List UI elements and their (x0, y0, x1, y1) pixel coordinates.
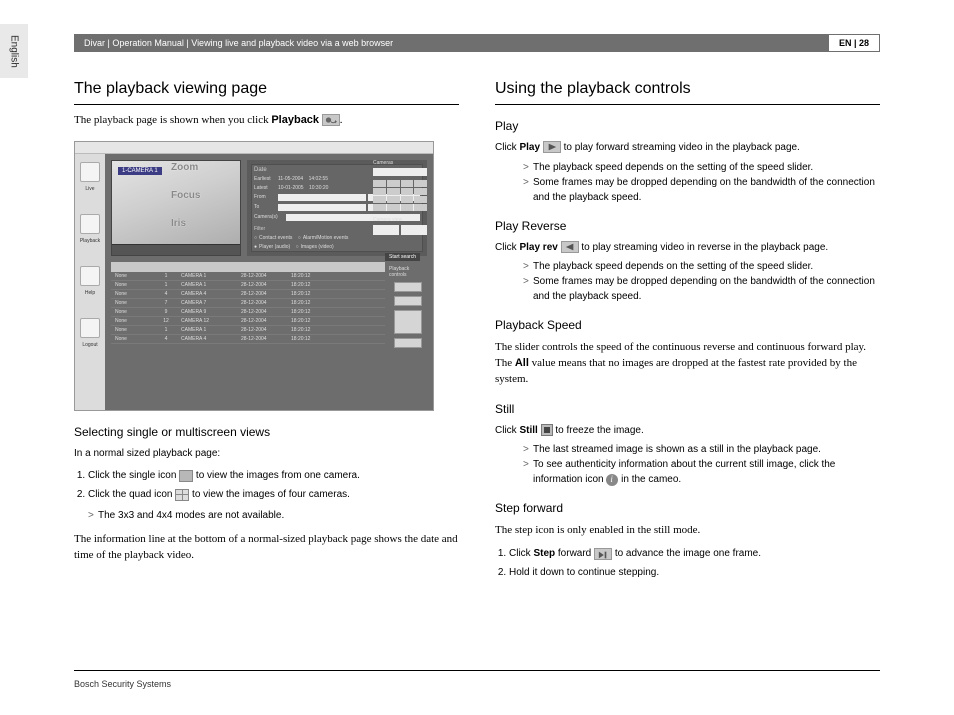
heading-still: Still (495, 402, 880, 416)
list-item: Some frames may be dropped depending on … (523, 274, 880, 304)
right-column: Using the playback controls Play Click P… (495, 80, 880, 655)
playback-page-screenshot: Live Playback Help Logout 1-CAMERA 1 Zoo… (74, 141, 434, 411)
heading-playback-controls: Using the playback controls (495, 80, 880, 105)
footer-rule (74, 670, 880, 671)
list-item: To see authenticity information about th… (523, 457, 880, 487)
heading-step-forward: Step forward (495, 501, 880, 515)
heading-playback-viewing: The playback viewing page (74, 80, 459, 105)
page-header: Divar | Operation Manual | Viewing live … (74, 34, 880, 52)
shot-playback-button (80, 214, 100, 234)
speed-paragraph: The slider controls the speed of the con… (495, 340, 880, 388)
list-item: The playback speed depends on the settin… (523, 160, 880, 175)
heading-speed: Playback Speed (495, 318, 880, 332)
info-icon (606, 474, 618, 486)
header-breadcrumb: Divar | Operation Manual | Viewing live … (84, 38, 393, 48)
play-paragraph: Click Play to play forward streaming vid… (495, 141, 880, 156)
heading-selecting-views: Selecting single or multiscreen views (74, 425, 459, 439)
quad-view-icon (175, 489, 189, 501)
still-paragraph: Click Still to freeze the image. (495, 424, 880, 439)
list-item: Click the quad icon to view the images o… (88, 486, 459, 524)
list-item: The playback speed depends on the settin… (523, 259, 880, 274)
list-item: Click Step forward to advance the image … (509, 545, 880, 562)
stepf-intro: The step icon is only enabled in the sti… (495, 523, 880, 539)
left-column: The playback viewing page The playback p… (74, 80, 459, 655)
shot-results-table: None1CAMERA 128-12-200418:20:12 None1CAM… (111, 262, 385, 404)
shot-help-button (80, 266, 100, 286)
shot-live-button (80, 162, 100, 182)
play-icon (543, 141, 561, 153)
info-line-paragraph: The information line at the bottom of a … (74, 532, 459, 564)
single-view-icon (179, 470, 193, 482)
shot-logout-button (80, 318, 100, 338)
intro-paragraph: The playback page is shown when you clic… (74, 113, 459, 129)
list-item: The last streamed image is shown as a st… (523, 442, 880, 457)
list-item: Click the single icon to view the images… (88, 467, 459, 484)
page-number: EN | 28 (828, 34, 880, 52)
playrev-paragraph: Click Play rev to play streaming video i… (495, 241, 880, 256)
shot-cameo: 1-CAMERA 1 (111, 160, 241, 256)
step-forward-icon (594, 548, 612, 560)
playback-icon (322, 114, 340, 126)
view-steps: Click the single icon to view the images… (88, 467, 459, 524)
list-item: Hold it down to continue stepping. (509, 564, 880, 581)
language-tab: English (0, 24, 28, 78)
heading-play: Play (495, 119, 880, 133)
select-intro: In a normal sized playback page: (74, 447, 459, 462)
heading-play-reverse: Play Reverse (495, 219, 880, 233)
still-icon (541, 424, 553, 436)
footer-text: Bosch Security Systems (74, 679, 171, 689)
play-reverse-icon (561, 241, 579, 253)
list-item: Some frames may be dropped depending on … (523, 175, 880, 205)
